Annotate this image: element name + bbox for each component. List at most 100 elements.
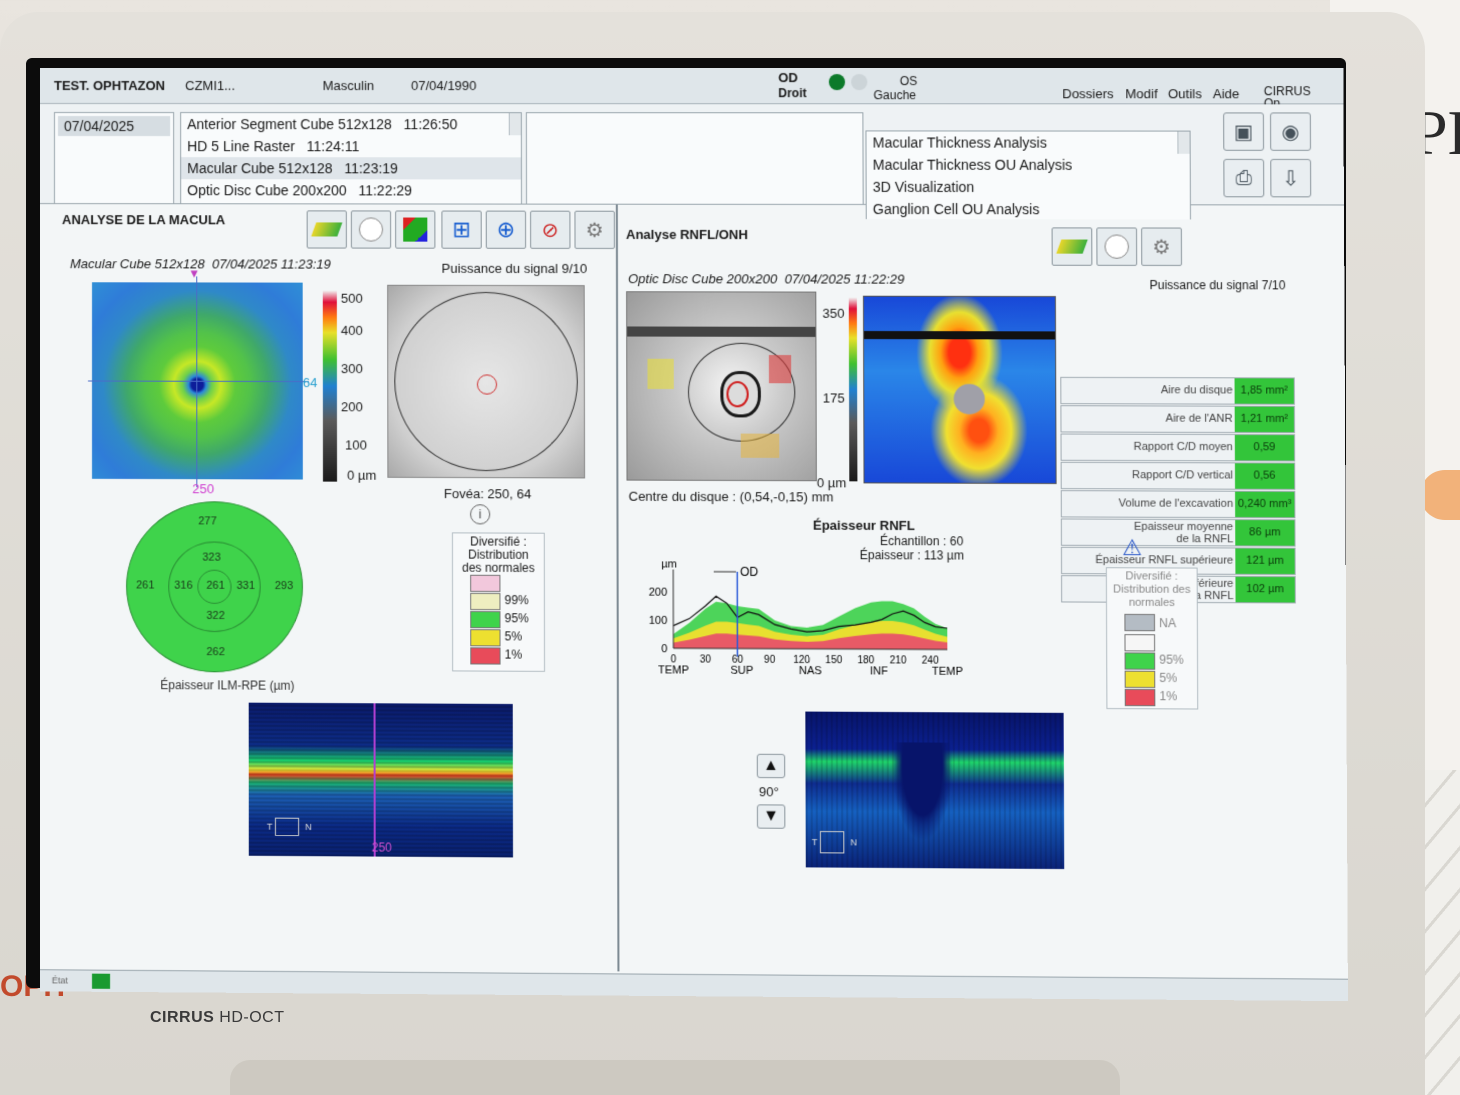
save-icon[interactable]: ▣ (1223, 112, 1264, 150)
bscan-t-label: T (267, 822, 273, 832)
etdrs-inner-inferior: 322 (206, 610, 224, 622)
y-tick-label: 0 (661, 643, 667, 655)
rnfl-map-tool-icon[interactable] (1052, 227, 1093, 265)
rnfl-scale-label: 350 (822, 306, 844, 321)
crosshair-tool-icon[interactable]: ⊞ (441, 211, 481, 249)
menu-dossiers[interactable]: Dossiers (1062, 86, 1113, 101)
thickness-color-scale (323, 291, 337, 482)
map-v-position: 64 (303, 375, 318, 390)
angle-up-button[interactable]: ▲ (757, 754, 785, 778)
patient-id: CZMI1... (185, 78, 235, 93)
exam-date[interactable]: 07/04/2025 (58, 116, 170, 136)
disc-center: Centre du disque : (0,54,-0,15) mm (629, 489, 834, 505)
rnfl-signal-strength: Puissance du signal 7/10 (1149, 278, 1285, 292)
scale-label: 300 (341, 361, 363, 376)
analysis-item[interactable]: Ganglion Cell OU Analysis (867, 198, 1190, 221)
legend-label: 95% (505, 611, 529, 625)
fundus-artifact-band (627, 326, 815, 336)
title-bar: TEST. OPHTAZON CZMI1... Masculin 07/04/1… (40, 68, 1343, 104)
menu-modif[interactable]: Modif (1125, 86, 1157, 101)
etdrs-outer-temporal: 293 (275, 580, 293, 592)
disc-icon[interactable]: ◉ (1270, 112, 1311, 150)
bscan-t-label: T (812, 837, 818, 847)
scan-item[interactable]: Optic Disc Cube 200x200 11:22:29 (181, 179, 521, 201)
onh-bscan-image[interactable]: T N (805, 712, 1064, 869)
table-row: Rapport C/D vertical 0,56 (1061, 462, 1296, 490)
scan-item[interactable]: Anterior Segment Cube 512x128 11:26:50 (181, 113, 521, 135)
legend-label: 5% (1159, 671, 1177, 685)
x-tick-label: 210 (890, 655, 907, 666)
legend-swatch-5 (470, 611, 500, 628)
bscan-orientation-icon (275, 818, 299, 836)
bscan-position-label: 250 (372, 840, 392, 854)
scan-item[interactable]: HD 5 Line Raster 11:24:11 (181, 135, 521, 157)
rnfl-panel: Analyse RNFL/ONH ⚙ Optic Disc Cube 200x2… (620, 219, 1348, 976)
sector-label: INF (870, 665, 888, 677)
status-label: État (52, 975, 68, 985)
etdrs-inner-superior: 323 (202, 552, 220, 564)
rnfl-fundus-tool-icon[interactable] (1096, 227, 1137, 265)
fundus-tool-icon[interactable] (351, 210, 391, 248)
scan-item-selected[interactable]: Macular Cube 512x128 11:23:19 (181, 157, 521, 179)
map-h-position: 250 (192, 481, 214, 496)
info-icon[interactable]: i (470, 504, 490, 524)
rnfl-sample: Échantillon : 60 (880, 534, 963, 548)
macula-bscan-image[interactable]: T N 250 (249, 703, 513, 858)
analysis-item[interactable]: Macular Thickness Analysis (866, 131, 1189, 153)
bscan-orientation-icon (820, 831, 844, 853)
fundus-image[interactable] (387, 285, 585, 479)
thickness-map-tool-icon[interactable] (307, 210, 347, 248)
center-tool-icon[interactable]: ⊕ (486, 211, 526, 249)
rnfl-tsnit-chart: 01002000 30 60 90 120 150 180 210 240TEMP SUP NAS I… (641, 555, 966, 698)
table-row: Aire de l'ANR 1,21 mm² (1060, 405, 1295, 433)
scan-list[interactable]: Anterior Segment Cube 512x128 11:26:50 H… (180, 112, 522, 205)
fovea-position: Fovéa: 250, 64 (444, 486, 532, 501)
scale-label: 400 (341, 323, 363, 338)
rnfl-title: Analyse RNFL/ONH (626, 227, 748, 242)
scan-list-scrollbar[interactable] (509, 113, 521, 135)
zoom-tool-icon[interactable]: ⊘ (530, 211, 570, 249)
legend-swatch-1 (1125, 671, 1156, 688)
legend-swatch-red (1125, 689, 1156, 706)
map-vertical-line (196, 276, 197, 487)
legend-swatch-95 (470, 593, 500, 610)
legend-swatch-na (1124, 614, 1155, 631)
settings-tool-icon[interactable]: ⚙ (574, 211, 614, 249)
x-tick-label: 90 (764, 655, 776, 666)
os-indicator-icon[interactable] (851, 74, 867, 90)
od-indicator-icon[interactable] (829, 74, 845, 90)
analysis-item[interactable]: Macular Thickness OU Analysis (867, 154, 1190, 176)
map-artifact-band (864, 331, 1055, 339)
sector-label: TEMP (932, 666, 963, 678)
analysis-item[interactable]: 3D Visualization (867, 176, 1190, 199)
menu-aide[interactable]: Aide (1213, 86, 1240, 101)
legend-swatch-red (470, 647, 500, 664)
legend-label: 99% (504, 593, 528, 607)
rnfl-settings-tool-icon[interactable]: ⚙ (1141, 227, 1182, 265)
optic-disc-fundus-image[interactable] (626, 291, 817, 481)
overlay-tool-icon[interactable] (395, 210, 435, 248)
macula-title: ANALYSE DE LA MACULA (62, 212, 225, 227)
sector-label: NAS (799, 665, 822, 677)
rnfl-scan-name: Optic Disc Cube 200x200 07/04/2025 11:22… (628, 271, 904, 287)
patient-name: TEST. OPHTAZON (54, 78, 165, 93)
legend-label: 5% (505, 629, 523, 643)
export-icon[interactable]: ⇩ (1270, 159, 1311, 197)
menu-outils[interactable]: Outils (1168, 86, 1202, 101)
rnfl-thickness-map[interactable] (863, 296, 1057, 484)
scan-preview-box (526, 112, 864, 205)
os-label[interactable]: OS (900, 74, 918, 88)
exam-date-list[interactable]: 07/04/2025 (54, 112, 174, 204)
cup-margin-icon (726, 381, 748, 407)
legend-od-label: OD (740, 565, 759, 579)
analysis-list-scrollbar[interactable] (1177, 132, 1189, 154)
od-sublabel: Droit (778, 86, 806, 100)
y-tick-label: 200 (649, 587, 668, 599)
print-icon[interactable]: ⎙ (1223, 159, 1264, 197)
deviation-overlay (769, 355, 791, 383)
angle-down-button[interactable]: ▼ (757, 804, 785, 828)
analysis-list[interactable]: Macular Thickness Analysis Macular Thick… (865, 130, 1191, 225)
warning-icon[interactable]: ⚠ (1122, 535, 1142, 561)
od-label[interactable]: OD (778, 70, 798, 85)
rnfl-color-scale (849, 298, 858, 482)
